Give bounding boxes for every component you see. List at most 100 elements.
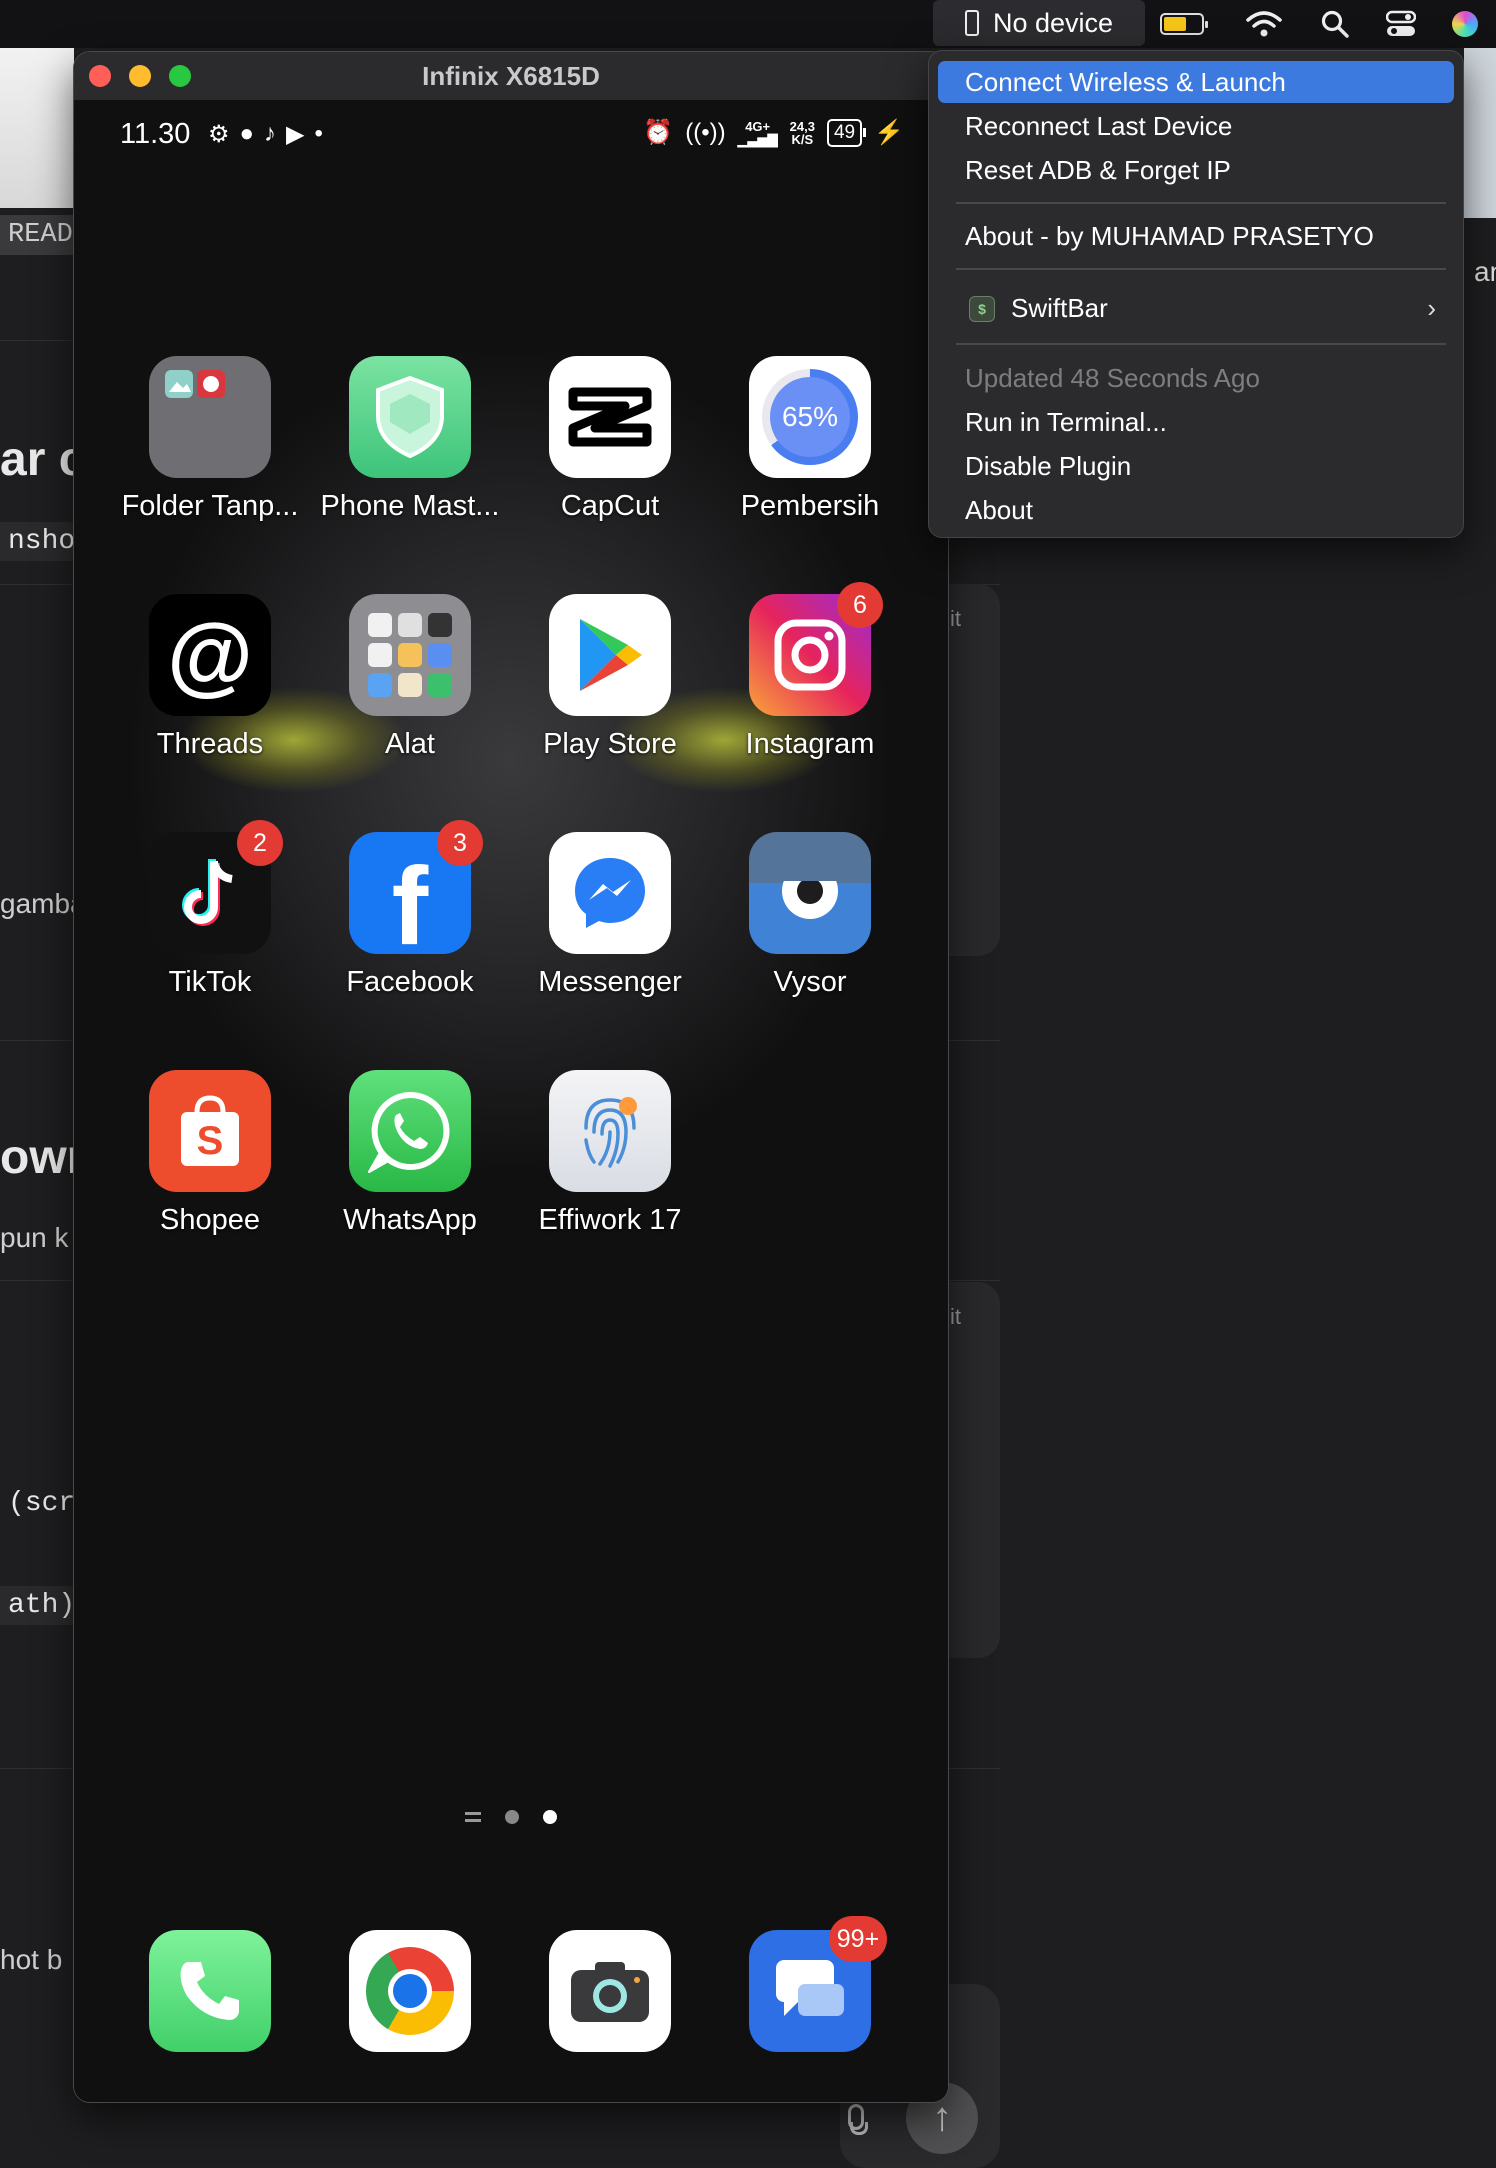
- phone-call-icon: [149, 1930, 271, 2052]
- menu-item-label: Disable Plugin: [965, 451, 1132, 481]
- app-label: Threads: [156, 728, 264, 760]
- window-title-bar[interactable]: Infinix X6815D: [74, 52, 948, 100]
- app-label: Vysor: [773, 966, 847, 998]
- messages-icon: 99+: [749, 1916, 887, 2052]
- app-alat[interactable]: Alat: [310, 594, 510, 761]
- app-messenger[interactable]: Messenger: [510, 832, 710, 999]
- app-tiktok[interactable]: 2 TikTok: [110, 820, 310, 999]
- facebook-icon: f 3: [349, 820, 483, 962]
- code-paren: (: [8, 1488, 25, 1519]
- network-indicator: 4G+ ▁▃▅▇: [738, 120, 778, 146]
- dock-messages-app[interactable]: 99+: [710, 1916, 910, 2052]
- readme-tab[interactable]: READ: [0, 215, 81, 255]
- menu-item-about[interactable]: About: [938, 489, 1454, 531]
- siri-icon[interactable]: [1452, 7, 1478, 41]
- app-label: Shopee: [160, 1204, 260, 1236]
- app-facebook[interactable]: f 3 Facebook: [310, 820, 510, 999]
- window-title: Infinix X6815D: [422, 61, 600, 91]
- vysor-icon: [749, 832, 871, 954]
- settings-notification-icon: ⚙: [208, 121, 230, 148]
- app-effiwork[interactable]: Effiwork 17: [510, 1070, 710, 1237]
- close-window-button[interactable]: [89, 65, 111, 87]
- tiktok-icon: 2: [149, 820, 283, 954]
- text-fragment: an: [1474, 256, 1496, 287]
- messenger-notification-icon: ●: [239, 120, 255, 147]
- heading-fragment: ar c: [0, 433, 86, 486]
- app-shopee[interactable]: S Shopee: [110, 1070, 310, 1237]
- phone-screen[interactable]: 11.30 ⚙ ● ♪ ▶ • ⏰ ((•)) 4G+ ▁▃▅▇ 24,3 K/S …: [74, 100, 948, 2102]
- app-vysor[interactable]: Vysor: [710, 832, 910, 999]
- page-dot: [505, 1810, 519, 1824]
- code-fragment: ath): [0, 1586, 84, 1625]
- app-label: Folder Tanp...: [121, 490, 299, 522]
- menu-item-run-in-terminal[interactable]: Run in Terminal...: [938, 401, 1454, 443]
- wifi-icon[interactable]: [1246, 7, 1282, 41]
- zoom-window-button[interactable]: [169, 65, 191, 87]
- menu-item-label: About: [965, 495, 1033, 525]
- menu-item-label: About - by MUHAMAD PRASETYO: [965, 221, 1374, 251]
- page-indicator[interactable]: [74, 1810, 948, 1824]
- network-speed-unit: K/S: [791, 131, 814, 147]
- phone-icon: [964, 10, 979, 36]
- play-store-icon: [549, 594, 671, 716]
- card-label: it: [950, 606, 961, 631]
- fingerprint-icon: [549, 1070, 671, 1192]
- menu-item-label: Run in Terminal...: [965, 407, 1167, 437]
- charging-icon: ⚡: [874, 119, 904, 146]
- background-image-strip: [0, 48, 74, 208]
- device-status-label: No device: [992, 7, 1114, 38]
- phone-mirror-window[interactable]: Infinix X6815D 11.30 ⚙ ● ♪ ▶ • ⏰ ((•)) 4…: [74, 52, 948, 2102]
- menu-separator: [956, 202, 1446, 204]
- signal-bars-icon: ▁▃▅▇: [737, 131, 778, 147]
- app-label: CapCut: [560, 490, 660, 522]
- chrome-icon: [349, 1930, 471, 2052]
- menu-item-about-author[interactable]: About - by MUHAMAD PRASETYO: [938, 215, 1454, 257]
- app-play-store[interactable]: Play Store: [510, 594, 710, 761]
- instagram-icon: 6: [749, 582, 883, 716]
- app-label: Instagram: [745, 728, 875, 760]
- menu-item-disable-plugin[interactable]: Disable Plugin: [938, 445, 1454, 487]
- app-label: Alat: [385, 728, 435, 760]
- menu-item-swiftbar[interactable]: $ SwiftBar ›: [938, 287, 1454, 329]
- control-center-icon[interactable]: [1386, 7, 1416, 41]
- dock-camera-app[interactable]: [510, 1930, 710, 2052]
- menu-item-reset-adb[interactable]: Reset ADB & Forget IP: [938, 149, 1454, 191]
- background-image: [1464, 48, 1496, 218]
- app-label: Pembersih: [740, 490, 880, 522]
- text-fragment: hot b: [0, 1944, 63, 1975]
- tools-folder-icon: [349, 594, 471, 716]
- app-label: Messenger: [538, 966, 682, 998]
- threads-icon: @: [149, 594, 271, 716]
- hotspot-icon: ((•)): [685, 118, 726, 146]
- app-capcut[interactable]: CapCut: [510, 356, 710, 523]
- app-label: TikTok: [168, 966, 252, 998]
- more-notifications-icon: •: [314, 120, 323, 147]
- notification-badge: 99+: [829, 1916, 887, 1962]
- spotlight-search-icon[interactable]: [1320, 7, 1350, 41]
- messenger-icon: [549, 832, 671, 954]
- menu-item-label: Updated 48 Seconds Ago: [965, 363, 1260, 393]
- menu-bar: No device: [0, 0, 1496, 48]
- whatsapp-icon: [349, 1070, 471, 1192]
- capcut-icon: [549, 356, 671, 478]
- menu-item-label: Reset ADB & Forget IP: [965, 155, 1231, 185]
- text-fragment: pun k: [0, 1222, 69, 1253]
- minimize-window-button[interactable]: [129, 65, 151, 87]
- device-status-menu[interactable]: No device: [933, 0, 1145, 46]
- menu-item-connect-wireless[interactable]: Connect Wireless & Launch: [938, 61, 1454, 103]
- app-phone-master[interactable]: Phone Mast...: [310, 356, 510, 523]
- app-pembersih[interactable]: 65% Pembersih: [710, 356, 910, 523]
- app-whatsapp[interactable]: WhatsApp: [310, 1070, 510, 1237]
- menu-item-reconnect[interactable]: Reconnect Last Device: [938, 105, 1454, 147]
- app-label: Effiwork 17: [538, 1204, 682, 1236]
- app-folder[interactable]: Folder Tanp...: [110, 356, 310, 523]
- notification-badge: 2: [237, 820, 283, 866]
- page-dot-active: [543, 1810, 557, 1824]
- shield-icon: [349, 356, 471, 478]
- dock-chrome-app[interactable]: [310, 1930, 510, 2052]
- battery-icon[interactable]: [1160, 7, 1208, 41]
- app-instagram[interactable]: 6 Instagram: [710, 582, 910, 761]
- dock-phone-app[interactable]: [110, 1930, 310, 2052]
- notification-badge: 6: [837, 582, 883, 628]
- app-threads[interactable]: @ Threads: [110, 594, 310, 761]
